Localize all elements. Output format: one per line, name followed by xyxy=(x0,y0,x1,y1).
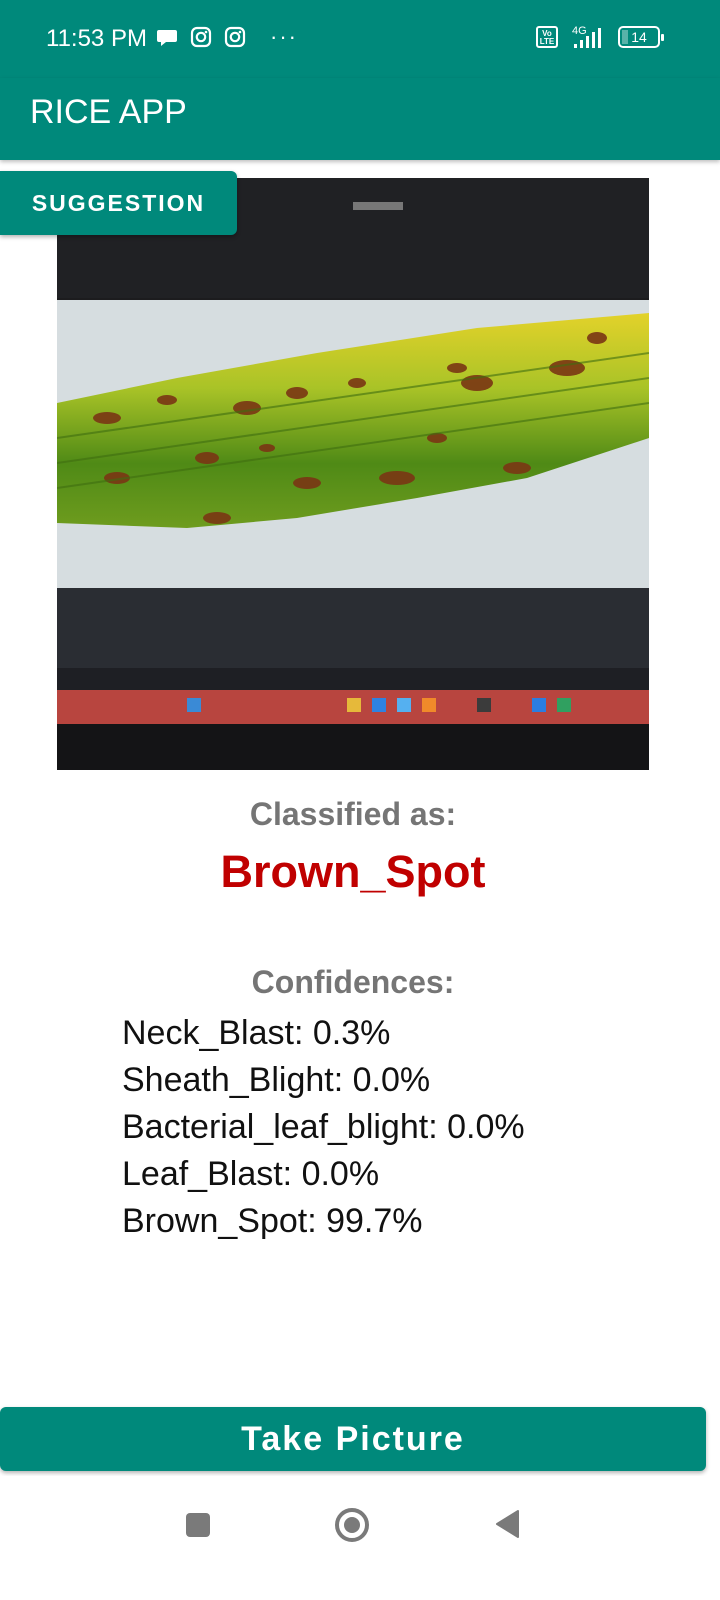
confidence-item: Brown_Spot: 99.7% xyxy=(122,1202,423,1240)
status-bar: 11:53 PM ··· Vo LTE 4G 14 xyxy=(0,0,720,78)
back-icon[interactable] xyxy=(494,1509,520,1539)
recent-apps-icon[interactable] xyxy=(186,1513,210,1537)
instagram-icon xyxy=(190,26,212,48)
confidences-list: Neck_Blast: 0.3% Sheath_Blight: 0.0% Bac… xyxy=(122,1010,525,1245)
confidences-label: Confidences: xyxy=(251,964,455,1000)
battery-level: 14 xyxy=(631,29,647,45)
network-type-label: 4G xyxy=(572,25,587,37)
take-picture-button[interactable]: Take Picture xyxy=(0,1407,706,1471)
chat-bubble-icon xyxy=(157,30,177,46)
notification-icons: ··· xyxy=(156,26,298,48)
home-icon[interactable] xyxy=(334,1507,370,1543)
app-bar: RICE APP xyxy=(0,78,720,160)
rice-leaf-photo xyxy=(57,178,649,770)
confidence-item: Leaf_Blast: 0.0% xyxy=(122,1155,380,1193)
status-time: 11:53 PM xyxy=(46,25,147,52)
battery-icon: 14 xyxy=(618,26,664,48)
leaf-image xyxy=(57,178,649,770)
volte-icon: Vo LTE xyxy=(536,26,558,48)
signal-icon: 4G xyxy=(572,25,601,48)
confidence-item: Sheath_Blight: 0.0% xyxy=(122,1061,431,1099)
more-notifications-icon: ··· xyxy=(270,24,298,49)
navigation-bar xyxy=(0,1476,720,1600)
classified-label: Classified as: xyxy=(249,796,457,832)
classified-value: Brown_Spot xyxy=(220,846,486,897)
system-icons: Vo LTE 4G 14 xyxy=(536,24,664,50)
confidence-item: Neck_Blast: 0.3% xyxy=(122,1014,391,1052)
app-title: RICE APP xyxy=(30,93,187,131)
suggestion-button[interactable]: SUGGESTION xyxy=(0,171,237,235)
confidence-item: Bacterial_leaf_blight: 0.0% xyxy=(122,1108,525,1146)
instagram-icon xyxy=(224,26,246,48)
